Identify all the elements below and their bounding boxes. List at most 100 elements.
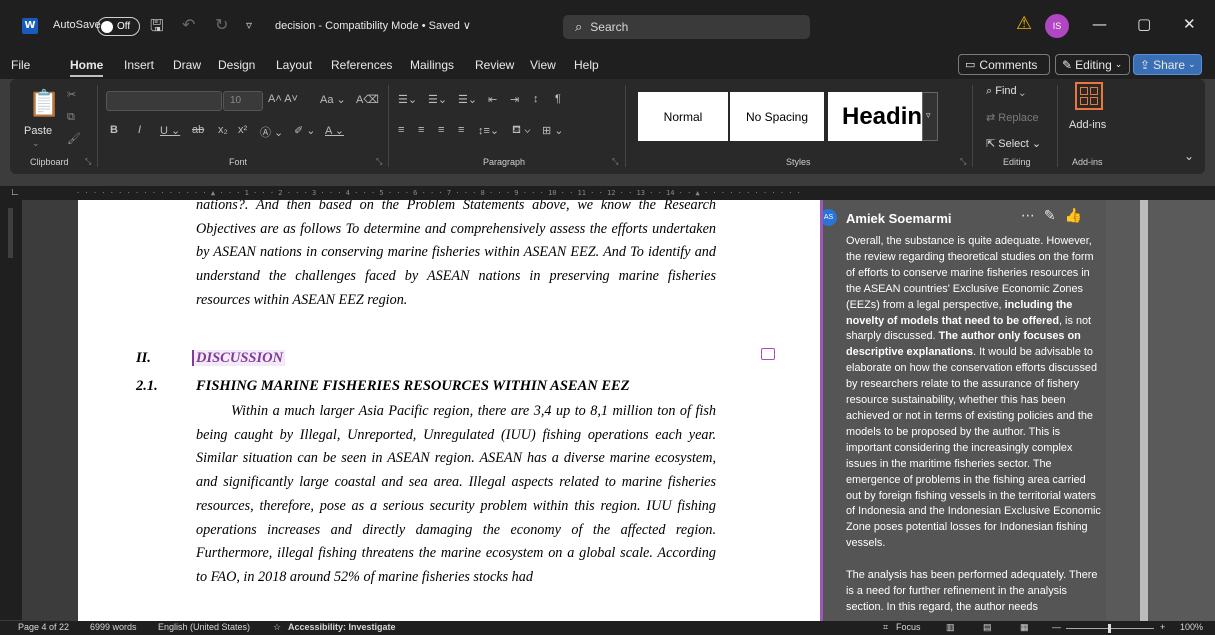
decrease-indent-icon[interactable]: ⇤ bbox=[488, 93, 497, 106]
save-icon[interactable]: 🖫 bbox=[150, 15, 164, 42]
subheading-number[interactable]: 2.1. bbox=[136, 378, 158, 395]
accessibility-status[interactable]: Accessibility: Investigate bbox=[288, 622, 396, 632]
heading-discussion[interactable]: DISCUSSION bbox=[192, 350, 286, 367]
replace-button[interactable]: ⇄ Replace bbox=[986, 111, 1039, 124]
superscript-icon[interactable]: x² bbox=[238, 124, 247, 136]
undo-icon[interactable]: ↶ bbox=[182, 15, 195, 34]
edit-comment-icon[interactable]: ✎ bbox=[1044, 208, 1065, 224]
strikethrough-icon[interactable]: ab bbox=[192, 124, 204, 136]
minimize-icon[interactable]: — bbox=[1092, 15, 1107, 33]
dialog-launcher-icon[interactable]: ⤡ bbox=[960, 157, 966, 167]
format-painter-icon[interactable]: 🖌 bbox=[67, 132, 81, 145]
style-no-spacing[interactable]: No Spacing bbox=[730, 92, 824, 141]
shading-icon[interactable]: ⛾ ⌄ bbox=[512, 124, 531, 138]
font-color-icon[interactable]: A ⌄ bbox=[325, 124, 344, 137]
restore-icon[interactable]: ▢ bbox=[1137, 15, 1151, 33]
user-avatar[interactable]: IS bbox=[1045, 14, 1069, 38]
find-button[interactable]: ⌕ Find ⌄ bbox=[986, 85, 1025, 98]
like-icon[interactable]: 👍 bbox=[1065, 208, 1091, 224]
more-options-icon[interactable]: ⋯ bbox=[1021, 208, 1044, 224]
align-left-icon[interactable]: ≡ bbox=[398, 124, 404, 136]
zoom-out-icon[interactable]: — bbox=[1052, 622, 1061, 632]
tab-design[interactable]: Design bbox=[218, 58, 255, 72]
web-layout-icon[interactable]: ▦ bbox=[1020, 622, 1029, 633]
cut-icon[interactable]: ✂ bbox=[67, 88, 76, 101]
align-center-icon[interactable]: ≡ bbox=[418, 124, 424, 136]
style-normal[interactable]: Normal bbox=[638, 92, 728, 141]
commented-text[interactable]: DISCUSSION bbox=[192, 350, 286, 366]
zoom-level[interactable]: 100% bbox=[1180, 622, 1203, 632]
comment-marker-icon[interactable] bbox=[761, 348, 775, 360]
comments-button[interactable]: ▭ Comments bbox=[958, 54, 1050, 75]
dialog-launcher-icon[interactable]: ⤡ bbox=[376, 157, 382, 167]
bold-icon[interactable]: B bbox=[110, 124, 118, 136]
vertical-ruler[interactable] bbox=[0, 200, 22, 620]
underline-icon[interactable]: U ⌄ bbox=[160, 124, 180, 137]
bullets-icon[interactable]: ☰⌄ bbox=[398, 93, 417, 106]
zoom-slider[interactable] bbox=[1066, 624, 1154, 633]
grow-font-icon[interactable]: A˄ A˅ bbox=[268, 93, 298, 105]
focus-icon[interactable]: ⌗ bbox=[883, 622, 888, 633]
highlight-icon[interactable]: ✐ ⌄ bbox=[294, 124, 316, 137]
subheading-fishing[interactable]: FISHING MARINE FISHERIES RESOURCES WITHI… bbox=[196, 378, 630, 395]
paste-label[interactable]: Paste bbox=[24, 125, 52, 137]
add-ins-label[interactable]: Add-ins bbox=[1069, 119, 1106, 131]
tab-layout[interactable]: Layout bbox=[276, 58, 312, 72]
autosave-toggle[interactable]: Off bbox=[97, 17, 140, 36]
chevron-down-icon[interactable]: ⌄ bbox=[32, 139, 40, 149]
collapse-ribbon-icon[interactable]: ⌄ bbox=[1184, 149, 1194, 163]
sort-icon[interactable]: ↕ bbox=[533, 93, 539, 105]
show-marks-icon[interactable]: ¶ bbox=[555, 93, 561, 105]
page-count[interactable]: Page 4 of 22 bbox=[18, 622, 69, 632]
comment-card[interactable]: AS Amiek Soemarmi ⋯✎👍 Overall, the subst… bbox=[820, 200, 1106, 621]
dialog-launcher-icon[interactable]: ⤡ bbox=[85, 157, 91, 167]
share-button[interactable]: ⇪ Share ⌄ bbox=[1133, 54, 1202, 75]
select-button[interactable]: ⇱ Select ⌄ bbox=[986, 137, 1041, 150]
tab-review[interactable]: Review bbox=[475, 58, 514, 72]
dialog-launcher-icon[interactable]: ⤡ bbox=[612, 157, 618, 167]
font-family-combo[interactable] bbox=[106, 91, 222, 111]
borders-icon[interactable]: ⊞ ⌄ bbox=[542, 124, 564, 137]
numbering-icon[interactable]: ☰⌄ bbox=[428, 93, 447, 106]
align-right-icon[interactable]: ≡ bbox=[438, 124, 444, 136]
tab-view[interactable]: View bbox=[530, 58, 556, 72]
change-case-icon[interactable]: Aa ⌄ bbox=[320, 93, 346, 106]
add-ins-icon[interactable] bbox=[1075, 82, 1103, 110]
zoom-in-icon[interactable]: + bbox=[1160, 622, 1165, 632]
print-layout-icon[interactable]: ▤ bbox=[983, 622, 992, 633]
clear-formatting-icon[interactable]: A⌫ bbox=[356, 93, 379, 106]
close-icon[interactable]: ✕ bbox=[1183, 15, 1196, 33]
italic-icon[interactable]: I bbox=[138, 124, 141, 136]
read-mode-icon[interactable]: ▥ bbox=[946, 622, 955, 633]
increase-indent-icon[interactable]: ⇥ bbox=[510, 93, 519, 106]
paste-icon[interactable]: 📋 bbox=[28, 89, 60, 119]
heading-number[interactable]: II. bbox=[136, 350, 151, 367]
line-spacing-icon[interactable]: ↕≡⌄ bbox=[478, 124, 499, 137]
tab-help[interactable]: Help bbox=[574, 58, 599, 72]
language-indicator[interactable]: English (United States) bbox=[158, 622, 250, 632]
multilevel-list-icon[interactable]: ☰⌄ bbox=[458, 93, 477, 106]
style-heading[interactable]: Headin bbox=[828, 92, 922, 141]
tab-insert[interactable]: Insert bbox=[124, 58, 154, 72]
document-title[interactable]: decision - Compatibility Mode • Saved ∨ bbox=[275, 19, 471, 32]
text-effects-icon[interactable]: Ⓐ ⌄ bbox=[260, 124, 283, 140]
horizontal-ruler[interactable]: ∟ · · · · · · · · · · · · · · · · ▲ · · … bbox=[0, 186, 1215, 200]
tab-mailings[interactable]: Mailings bbox=[410, 58, 454, 72]
focus-label[interactable]: Focus bbox=[896, 622, 921, 632]
paragraph-iuu-fishing[interactable]: Within a much larger Asia Pacific region… bbox=[196, 400, 716, 590]
justify-icon[interactable]: ≡ bbox=[458, 124, 464, 136]
editing-mode-button[interactable]: ✎ Editing ⌄ bbox=[1055, 54, 1130, 75]
tab-references[interactable]: References bbox=[331, 58, 392, 72]
word-count[interactable]: 6999 words bbox=[90, 622, 137, 632]
zoom-slider-thumb[interactable] bbox=[1108, 624, 1111, 633]
document-page[interactable]: nations?. And then based on the Problem … bbox=[78, 200, 820, 621]
redo-icon[interactable]: ↻ bbox=[215, 15, 228, 34]
tab-home[interactable]: Home bbox=[70, 58, 104, 77]
warning-icon[interactable]: ⚠ bbox=[1016, 13, 1032, 34]
vertical-scrollbar[interactable] bbox=[1140, 200, 1148, 621]
font-size-combo[interactable]: 10 bbox=[223, 91, 263, 111]
tab-draw[interactable]: Draw bbox=[173, 58, 201, 72]
copy-icon[interactable]: ⧉ bbox=[67, 110, 75, 124]
tab-file[interactable]: File bbox=[11, 58, 30, 72]
paragraph-objectives[interactable]: nations?. And then based on the Problem … bbox=[196, 200, 716, 313]
